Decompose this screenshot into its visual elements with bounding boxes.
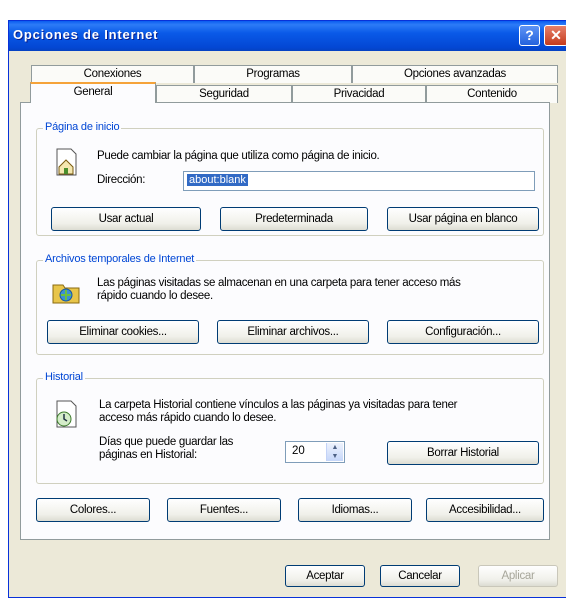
tab-seguridad[interactable]: Seguridad bbox=[156, 85, 292, 103]
tab-programas[interactable]: Programas bbox=[194, 65, 352, 83]
tab-general[interactable]: General bbox=[30, 82, 156, 103]
home-page-description: Puede cambiar la página que utiliza como… bbox=[97, 150, 380, 162]
settings-button[interactable]: Configuración... bbox=[387, 320, 539, 344]
apply-button[interactable]: Aplicar bbox=[478, 565, 558, 587]
title-bar[interactable]: Opciones de Internet ? ✕ bbox=[9, 21, 566, 51]
temp-files-desc-line2: rápido cuando lo desee. bbox=[97, 290, 213, 302]
history-desc-line2: acceso más rápido cuando lo desee. bbox=[99, 412, 277, 424]
colors-button[interactable]: Colores... bbox=[36, 498, 150, 522]
spin-arrows-icon[interactable]: ▲ ▼ bbox=[326, 443, 343, 461]
delete-files-button[interactable]: Eliminar archivos... bbox=[217, 320, 369, 344]
history-days-label-line2: páginas en Historial: bbox=[99, 449, 197, 461]
close-button[interactable]: ✕ bbox=[544, 25, 566, 46]
tab-conexiones[interactable]: Conexiones bbox=[31, 65, 194, 83]
address-input[interactable]: about:blank bbox=[183, 171, 535, 191]
tab-privacidad[interactable]: Privacidad bbox=[292, 85, 426, 103]
history-days-label-line1: Días que puede guardar las bbox=[99, 436, 234, 448]
clear-history-button[interactable]: Borrar Historial bbox=[387, 441, 539, 465]
history-group: Historial La carpeta Historial contiene … bbox=[36, 371, 544, 484]
temp-files-group: Archivos temporales de Internet Las pági… bbox=[36, 253, 544, 355]
home-page-group: Página de inicio Puede cambiar la página… bbox=[36, 121, 544, 236]
history-icon bbox=[56, 400, 77, 428]
help-button[interactable]: ? bbox=[519, 25, 540, 46]
history-legend: Historial bbox=[43, 371, 85, 383]
ok-button[interactable]: Aceptar bbox=[285, 565, 365, 587]
address-label: Dirección: bbox=[97, 174, 146, 186]
fonts-button[interactable]: Fuentes... bbox=[167, 498, 281, 522]
general-tab-panel: Página de inicio Puede cambiar la página… bbox=[20, 102, 550, 540]
use-blank-button[interactable]: Usar página en blanco bbox=[387, 207, 539, 231]
temp-files-legend: Archivos temporales de Internet bbox=[43, 253, 197, 265]
tab-contenido[interactable]: Contenido bbox=[426, 85, 558, 103]
use-current-button[interactable]: Usar actual bbox=[51, 207, 201, 231]
accessibility-button[interactable]: Accesibilidad... bbox=[426, 498, 544, 522]
use-default-button[interactable]: Predeterminada bbox=[220, 207, 368, 231]
history-desc-line1: La carpeta Historial contiene vínculos a… bbox=[99, 399, 458, 411]
languages-button[interactable]: Idiomas... bbox=[298, 498, 412, 522]
home-page-legend: Página de inicio bbox=[43, 121, 122, 133]
temp-files-icon bbox=[52, 284, 80, 304]
temp-files-desc-line1: Las páginas visitadas se almacenan en un… bbox=[97, 277, 461, 289]
history-days-value: 20 bbox=[292, 445, 305, 457]
history-days-stepper[interactable]: 20 ▲ ▼ bbox=[285, 441, 345, 463]
home-page-icon bbox=[56, 148, 77, 176]
window-title: Opciones de Internet bbox=[13, 27, 159, 42]
tab-opciones-avanzadas[interactable]: Opciones avanzadas bbox=[352, 65, 558, 83]
address-value: about:blank bbox=[187, 174, 248, 186]
cancel-button[interactable]: Cancelar bbox=[380, 565, 460, 587]
delete-cookies-button[interactable]: Eliminar cookies... bbox=[47, 320, 199, 344]
